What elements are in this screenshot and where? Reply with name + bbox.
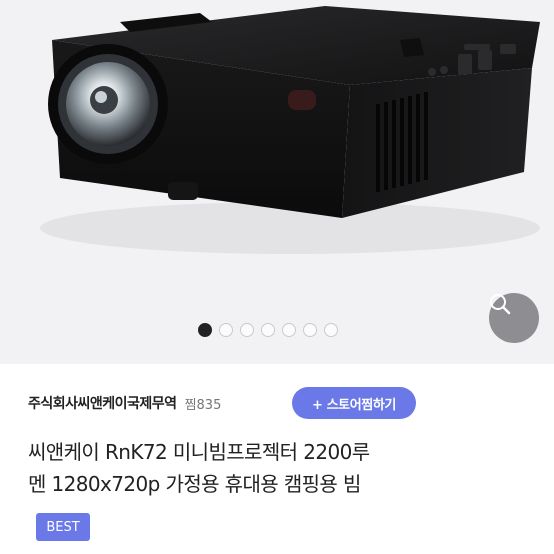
pagination-dot[interactable] bbox=[303, 323, 317, 337]
gallery-pagination bbox=[198, 323, 338, 337]
pagination-dot[interactable] bbox=[219, 323, 233, 337]
store-wish-button[interactable]: + 스토어찜하기 bbox=[292, 387, 416, 419]
wish-count: 찜835 bbox=[184, 397, 222, 413]
pagination-dot[interactable] bbox=[198, 323, 212, 337]
projector-image bbox=[40, 6, 540, 254]
seller-name-link[interactable]: 주식회사씨앤케이국제무역 bbox=[28, 393, 177, 413]
pagination-dot[interactable] bbox=[240, 323, 254, 337]
search-icon bbox=[490, 294, 511, 315]
best-badge: BEST bbox=[36, 513, 90, 541]
image-search-button[interactable] bbox=[489, 293, 539, 343]
pagination-dot[interactable] bbox=[324, 323, 338, 337]
product-image-gallery[interactable] bbox=[0, 0, 554, 364]
pagination-dot[interactable] bbox=[282, 323, 296, 337]
product-title-line: 멘 1280x720p 가정용 휴대용 캠핑용 빔 bbox=[28, 472, 361, 496]
seller-info: 주식회사씨앤케이국제무역 찜835 bbox=[28, 388, 221, 418]
pagination-dot[interactable] bbox=[261, 323, 275, 337]
product-title: 씨앤케이 RnK72 미니빔프로젝터 2200루 멘 1280x720p 가정용… bbox=[28, 436, 538, 500]
product-title-line: 씨앤케이 RnK72 미니빔프로젝터 2200루 bbox=[28, 440, 370, 464]
